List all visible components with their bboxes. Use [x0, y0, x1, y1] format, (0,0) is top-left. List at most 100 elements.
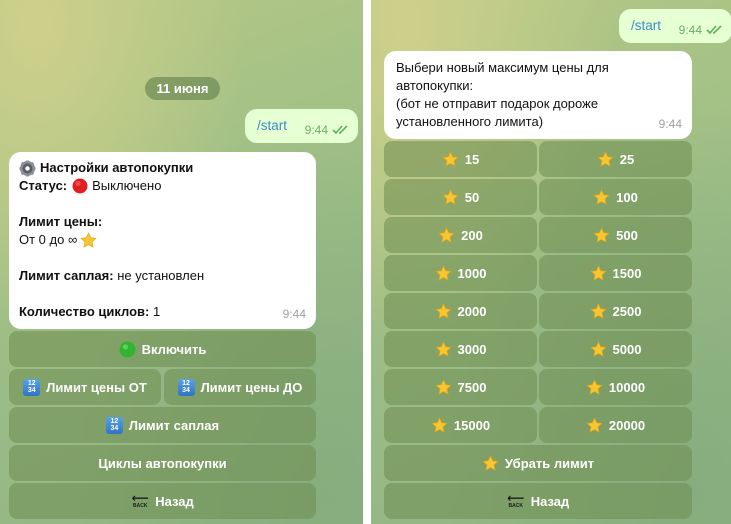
remove-limit-button[interactable]: Убрать лимит	[384, 445, 692, 481]
star-icon	[434, 378, 452, 396]
price-option-button[interactable]: 20000	[539, 407, 692, 443]
price-option-button[interactable]: 1500	[539, 255, 692, 291]
price-option-button[interactable]: 2500	[539, 293, 692, 329]
message-time: 9:44	[304, 123, 328, 137]
price-option-label: 25	[619, 151, 635, 167]
price-prompt-message: Выбери новый максимум цены для автопокуп…	[384, 51, 692, 139]
price-option-button[interactable]: 15	[384, 141, 537, 177]
star-icon	[589, 302, 607, 320]
prompt-line: установленного лимита)	[396, 114, 544, 129]
price-option-label: 500	[616, 227, 638, 243]
date-separator: 11 июня	[145, 77, 220, 100]
date-label: 11 июня	[156, 81, 209, 96]
back-button[interactable]: ⟵ BACK Назад	[9, 483, 316, 519]
star-icon	[586, 378, 603, 396]
price-option-button[interactable]: 100	[539, 179, 692, 215]
price-option-button[interactable]: 50	[384, 179, 537, 215]
prompt-line: Выбери новый максимум цены для	[396, 60, 609, 75]
supply-limit-button[interactable]: 12 34 Лимит саплая	[9, 407, 316, 443]
price-option-button[interactable]: 15000	[384, 407, 537, 443]
enable-button[interactable]: Включить	[9, 331, 316, 367]
price-option-button[interactable]: 10000	[539, 369, 692, 405]
input-numbers-icon: 12 34	[105, 416, 123, 434]
price-option-button[interactable]: 500	[539, 217, 692, 253]
price-to-button[interactable]: 12 34 Лимит цены ДО	[164, 369, 316, 405]
cycles-button-label: Циклы автопокупки	[98, 455, 227, 471]
back-button-label: Назад	[530, 493, 570, 509]
double-check-icon	[332, 125, 348, 135]
outgoing-message-text[interactable]: /start	[257, 118, 287, 133]
price-from-button[interactable]: 12 34 Лимит цены ОТ	[9, 369, 161, 405]
left-chat-panel: 11 июня /start 9:44 Настройки автопокупк…	[0, 0, 363, 524]
star-icon	[438, 226, 455, 244]
cycles-line: Количество циклов: 1	[19, 303, 306, 321]
star-icon	[442, 188, 459, 206]
price-option-label: 1000	[457, 265, 487, 281]
price-option-button[interactable]: 25	[539, 141, 692, 177]
price-option-button[interactable]: 200	[384, 217, 537, 253]
back-arrow-icon: ⟵ BACK	[131, 491, 149, 509]
gear-icon	[19, 160, 36, 177]
right-chat-panel: /start 9:44 Выбери новый максимум цены д…	[371, 0, 731, 524]
green-circle-icon	[119, 341, 136, 358]
supply-limit-value: не установлен	[117, 268, 205, 283]
star-icon	[593, 226, 610, 244]
cycles-label: Количество циклов:	[19, 304, 150, 319]
price-option-button[interactable]: 2000	[384, 293, 537, 329]
price-option-button[interactable]: 7500	[384, 369, 537, 405]
price-option-label: 200	[461, 227, 483, 243]
star-icon	[442, 150, 459, 168]
status-value: Выключено	[92, 178, 162, 193]
supply-limit-label: Лимит саплая:	[19, 268, 114, 283]
cycles-value: 1	[153, 304, 161, 319]
price-option-button[interactable]: 3000	[384, 331, 537, 367]
star-icon	[589, 340, 607, 358]
back-button-label: Назад	[155, 493, 194, 509]
message-time: 9:44	[282, 307, 306, 321]
price-option-label: 50	[464, 189, 480, 205]
remove-limit-label: Убрать лимит	[504, 455, 595, 471]
message-time: 9:44	[658, 117, 682, 131]
star-icon	[431, 416, 448, 434]
price-from-button-label: Лимит цены ОТ	[46, 379, 147, 395]
star-icon	[586, 416, 603, 434]
status-label: Статус:	[19, 178, 68, 193]
supply-limit-line: Лимит саплая: не установлен	[19, 267, 306, 285]
double-check-icon	[706, 25, 722, 35]
star-icon	[80, 231, 97, 249]
message-time: 9:44	[678, 23, 702, 37]
price-option-label: 15	[464, 151, 480, 167]
panel-divider	[363, 0, 371, 524]
price-option-label: 2500	[612, 303, 642, 319]
price-to-button-label: Лимит цены ДО	[200, 379, 303, 395]
price-limit-line: От 0 до ∞	[19, 231, 306, 249]
price-option-label: 2000	[457, 303, 487, 319]
price-option-label: 100	[616, 189, 638, 205]
price-option-label: 10000	[608, 379, 646, 395]
price-option-button[interactable]: 1000	[384, 255, 537, 291]
star-icon	[593, 188, 610, 206]
prompt-line: (бот не отправит подарок дороже	[396, 96, 599, 111]
input-numbers-icon: 12 34	[177, 378, 195, 396]
cycles-button[interactable]: Циклы автопокупки	[9, 445, 316, 481]
settings-message: Настройки автопокупки Статус: Выключено …	[9, 152, 316, 329]
outgoing-message: /start 9:44	[619, 9, 731, 43]
star-icon	[434, 340, 452, 358]
supply-limit-button-label: Лимит саплая	[128, 417, 220, 433]
price-option-label: 1500	[612, 265, 642, 281]
back-button[interactable]: ⟵ BACK Назад	[384, 483, 692, 519]
price-option-label: 7500	[457, 379, 487, 395]
status-line: Статус: Выключено	[19, 177, 306, 195]
price-option-button[interactable]: 5000	[539, 331, 692, 367]
star-icon	[434, 264, 452, 282]
price-limit-label: Лимит цены:	[19, 214, 103, 229]
star-icon	[434, 302, 452, 320]
star-icon	[597, 150, 614, 168]
enable-button-label: Включить	[141, 341, 207, 357]
outgoing-message: /start 9:44	[245, 109, 358, 143]
settings-title-line: Настройки автопокупки	[19, 159, 306, 177]
price-limit-value: От 0 до ∞	[19, 232, 78, 247]
outgoing-message-text[interactable]: /start	[631, 18, 661, 33]
settings-title: Настройки автопокупки	[40, 160, 194, 175]
star-icon	[589, 264, 607, 282]
